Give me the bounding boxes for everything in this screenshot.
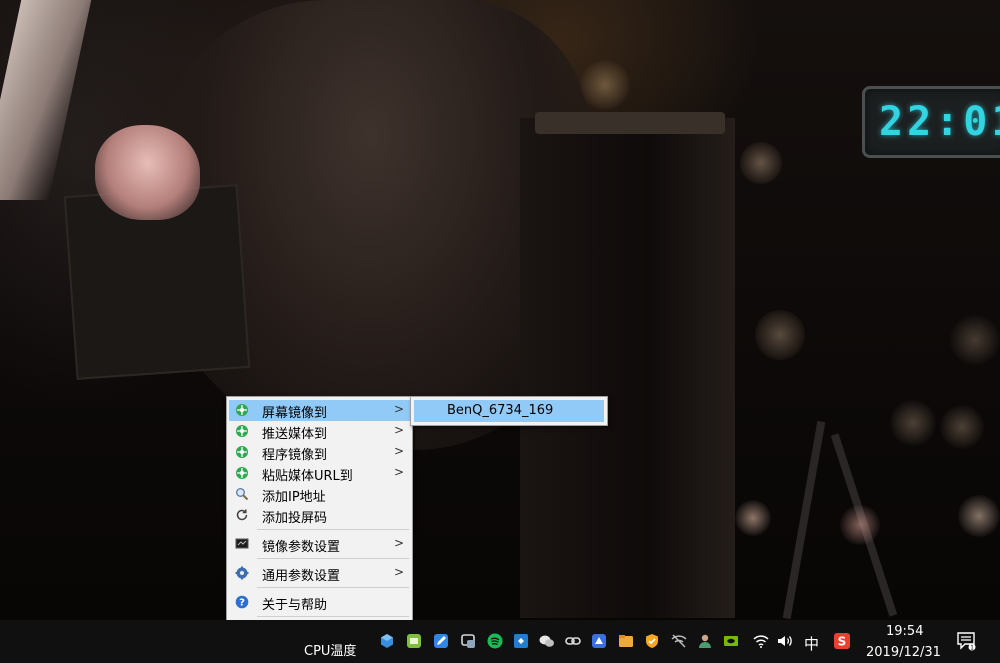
wifi-off-icon[interactable] [670,632,688,650]
volume-icon[interactable] [776,632,794,650]
desktop-wallpaper [0,0,1000,620]
mirror-icon [236,404,248,416]
refresh-icon [236,509,248,521]
wallpaper-stool-leg [782,420,826,620]
pen-icon[interactable] [432,632,450,650]
vpn-icon[interactable] [459,632,477,650]
clock-display: 22:01 [879,99,1000,145]
monitor-icon [235,538,249,549]
menu-item-push-media[interactable]: 推送媒体到 > [229,421,410,442]
ime-indicator[interactable]: 中 [804,633,819,654]
bird-icon[interactable] [590,632,608,650]
menu-item-label: 关于与帮助 [262,598,328,613]
vscode-icon[interactable] [512,632,530,650]
bokeh-light [940,405,984,449]
bokeh-light [840,505,880,545]
wifi-icon[interactable] [752,632,770,650]
menu-item-add-cast-code[interactable]: 添加投屏码 [229,505,410,526]
cpu-temperature-label[interactable]: CPU温度 [304,640,356,659]
wallpaper-glow-sleeve [0,0,92,200]
menu-item-paste-media-url[interactable]: 粘贴媒体URL到 > [229,463,410,484]
submenu-item-device[interactable]: BenQ_6734_169 [414,400,604,422]
mirror-icon [236,446,248,458]
folder-icon[interactable] [617,632,635,650]
device-name: BenQ_6734_169 [447,403,554,418]
link-icon[interactable] [564,632,582,650]
sogou-ime-icon[interactable]: S [833,632,851,650]
menu-item-app-mirror[interactable]: 程序镜像到 > [229,442,410,463]
cube-icon[interactable] [378,632,396,650]
mirror-icon [236,467,248,479]
menu-separator [257,558,409,559]
submenu-arrow-icon: > [394,402,405,416]
bokeh-light [958,495,1000,537]
tray-context-menu: 屏幕镜像到 > 推送媒体到 > 程序镜像到 > 粘贴媒体URL到 > 添加IP地… [226,396,413,646]
menu-item-label: 添加IP地址 [262,490,326,505]
bokeh-light [890,400,936,446]
mirror-icon [236,425,248,437]
notification-center-icon[interactable]: 1 [956,631,976,651]
menu-separator [257,529,409,530]
menu-item-label: 屏幕镜像到 [262,406,328,421]
svg-text:S: S [838,635,847,649]
menu-item-general-settings[interactable]: 通用参数设置 > [229,563,410,584]
wallpaper-box [520,118,735,618]
submenu-arrow-icon: > [394,444,405,458]
menu-separator [257,616,409,617]
submenu-arrow-icon: > [394,565,405,579]
bokeh-light [755,310,805,360]
submenu-arrow-icon: > [394,465,405,479]
menu-item-label: 通用参数设置 [262,569,341,584]
shield-icon[interactable] [643,632,661,650]
wallpaper-box-top [535,112,725,134]
svg-text:1: 1 [970,644,974,651]
wallpaper-digital-clock: 22:01 [862,86,1000,158]
wechat-icon[interactable] [538,632,556,650]
menu-item-mirror-settings[interactable]: 镜像参数设置 > [229,534,410,555]
help-icon: ? [235,595,249,609]
magnifier-icon [236,488,249,501]
svg-text:?: ? [239,598,245,609]
taskbar-date[interactable]: 2019/12/31 [866,645,941,660]
menu-separator [257,587,409,588]
menu-item-label: 粘贴媒体URL到 [262,469,353,484]
app-icon[interactable] [405,632,423,650]
menu-item-about-help[interactable]: ? 关于与帮助 [229,592,410,613]
user-icon[interactable] [696,632,714,650]
bokeh-light [740,142,782,184]
submenu-arrow-icon: > [394,423,405,437]
menu-item-add-ip[interactable]: 添加IP地址 [229,484,410,505]
menu-item-label: 推送媒体到 [262,427,328,442]
gear-icon [235,566,249,580]
taskbar: CPU温度 中 S 19:54 2019/12/31 1 [0,620,1000,663]
taskbar-time[interactable]: 19:54 [886,624,923,639]
bokeh-light [950,315,1000,365]
submenu-arrow-icon: > [394,536,405,550]
device-submenu: BenQ_6734_169 [410,396,608,426]
menu-item-label: 镜像参数设置 [262,540,341,555]
nvidia-icon[interactable] [722,632,740,650]
bokeh-light [580,60,630,110]
menu-item-label: 添加投屏码 [262,511,328,526]
menu-item-screen-mirror[interactable]: 屏幕镜像到 > [229,400,410,421]
bokeh-light [735,500,771,536]
wallpaper-hand [95,125,200,220]
music-icon[interactable] [486,632,504,650]
menu-item-label: 程序镜像到 [262,448,328,463]
